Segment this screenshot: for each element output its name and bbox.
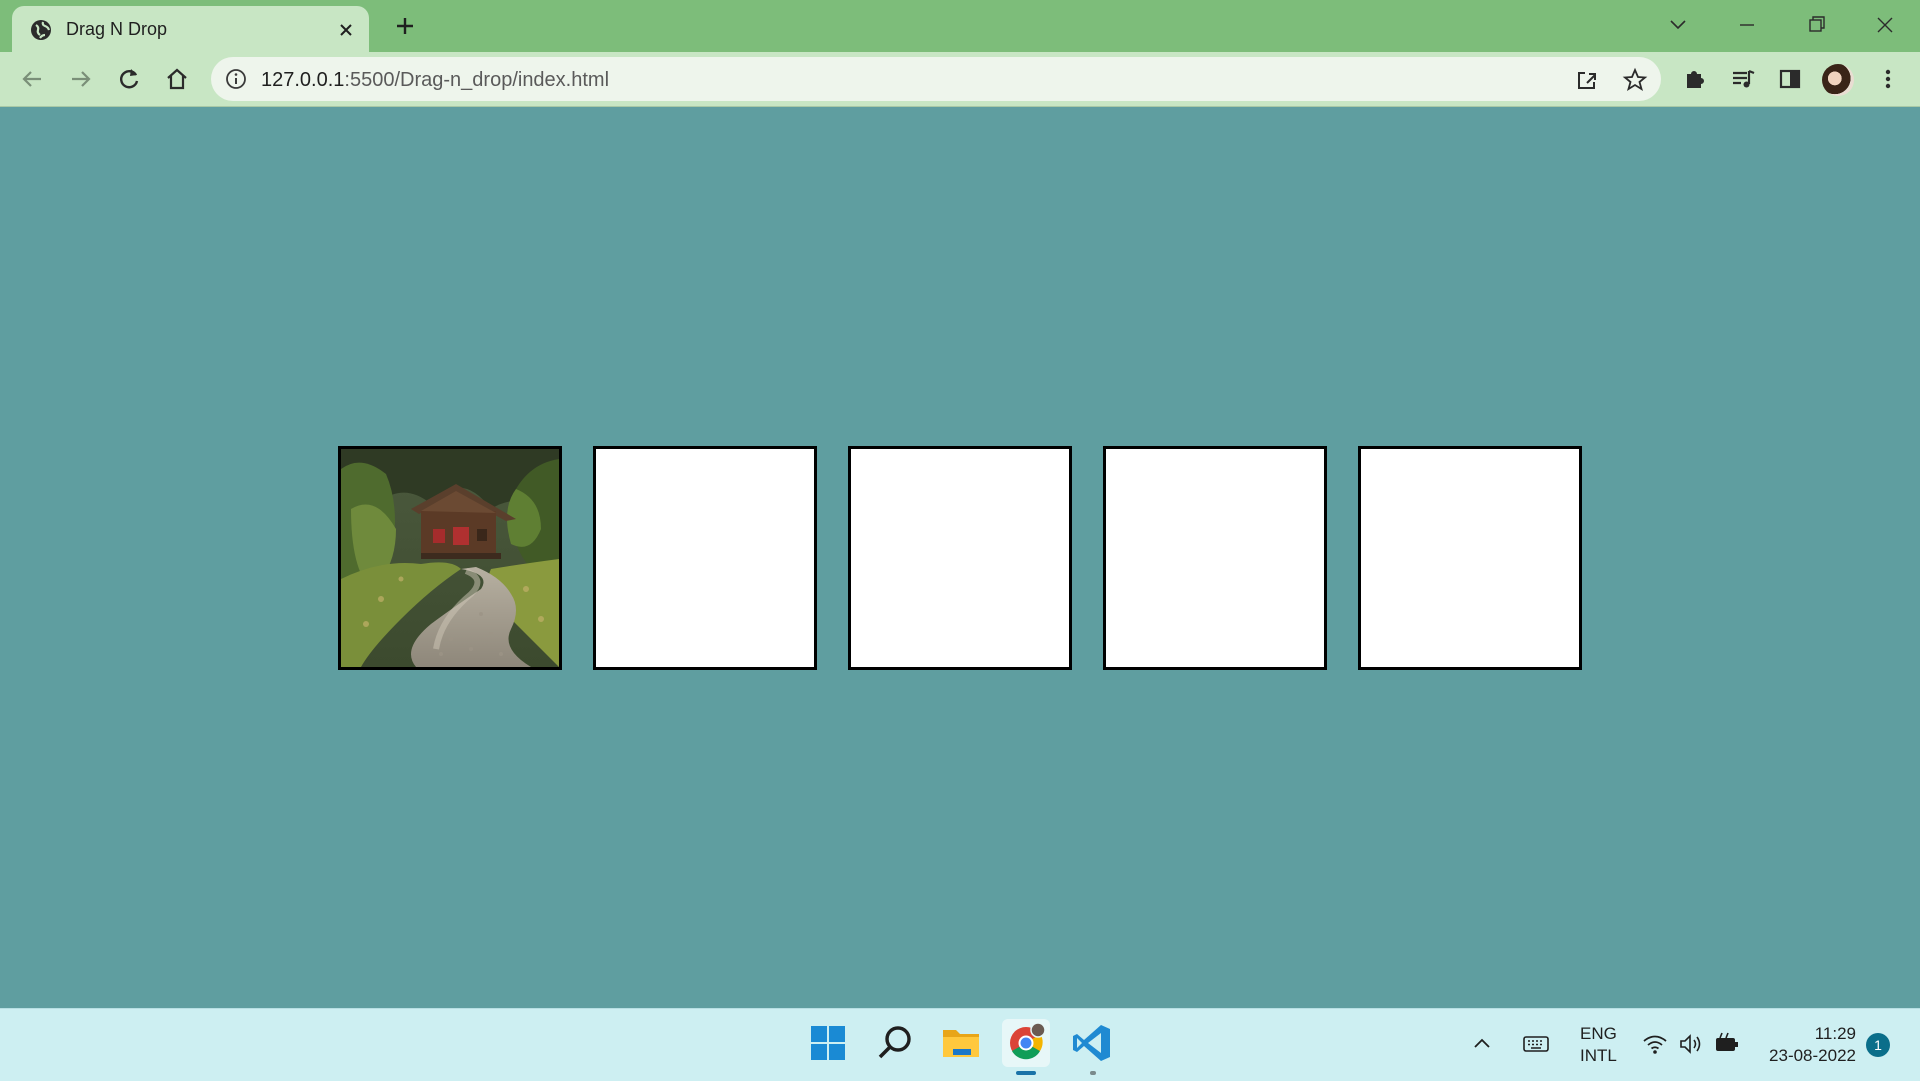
clock-date: 23-08-2022 (1769, 1046, 1856, 1065)
tab-title: Drag N Drop (66, 19, 168, 39)
forest-cabin-image[interactable] (341, 449, 559, 667)
tab-strip: Drag N Drop (0, 0, 1920, 52)
system-clock[interactable]: 11:29 23-08-2022 (1760, 1023, 1856, 1067)
drop-box-1[interactable] (338, 446, 562, 670)
back-icon[interactable] (17, 64, 47, 94)
volume-icon[interactable] (1676, 1029, 1706, 1059)
chrome-app[interactable] (1002, 1019, 1050, 1067)
browser-toolbar: 127.0.0.1:5500/Drag-n_drop/index.html (0, 52, 1920, 107)
address-bar[interactable]: 127.0.0.1:5500/Drag-n_drop/index.html (211, 57, 1661, 101)
file-explorer-icon[interactable] (937, 1019, 985, 1067)
drop-box-3[interactable] (848, 446, 1072, 670)
keyboard-layout: INTL (1580, 1046, 1617, 1065)
tab-search-chevron-icon[interactable] (1660, 10, 1696, 40)
forward-icon[interactable] (66, 64, 96, 94)
language-code: ENG (1580, 1024, 1617, 1043)
url-host: 127.0.0.1 (261, 69, 345, 91)
battery-charging-icon[interactable] (1712, 1029, 1742, 1059)
notification-badge[interactable]: 1 (1866, 1033, 1890, 1057)
drop-box-5[interactable] (1358, 446, 1582, 670)
bookmark-star-icon[interactable] (1622, 67, 1648, 93)
minimize-icon[interactable] (1729, 10, 1765, 40)
clock-time: 11:29 (1814, 1024, 1856, 1043)
extensions-icon[interactable] (1681, 65, 1709, 93)
show-hidden-icons-chevron-icon[interactable] (1467, 1029, 1497, 1059)
share-icon[interactable] (1574, 67, 1600, 93)
home-icon[interactable] (162, 64, 192, 94)
profile-avatar[interactable] (1822, 64, 1854, 96)
url-path: :5500/Drag-n_drop/index.html (344, 69, 610, 91)
vscode-icon[interactable] (1068, 1019, 1116, 1067)
url-text[interactable]: 127.0.0.1:5500/Drag-n_drop/index.html (261, 69, 609, 92)
new-tab-icon[interactable] (392, 13, 418, 39)
close-window-icon[interactable] (1867, 10, 1903, 40)
globe-icon (31, 20, 51, 40)
vscode-running-indicator (1090, 1071, 1096, 1075)
wifi-icon[interactable] (1640, 1029, 1670, 1059)
restore-icon[interactable] (1798, 10, 1834, 40)
page-content (0, 107, 1920, 1008)
more-menu-icon[interactable] (1874, 65, 1902, 93)
keyboard-icon[interactable] (1521, 1029, 1551, 1059)
taskbar: ENG INTL 11:29 23-08-2022 1 (0, 1008, 1920, 1081)
search-icon[interactable] (871, 1019, 919, 1067)
side-panel-icon[interactable] (1776, 65, 1804, 93)
chrome-icon (1010, 1022, 1046, 1060)
reload-icon[interactable] (114, 64, 144, 94)
drop-box-4[interactable] (1103, 446, 1327, 670)
tab-drag-n-drop[interactable]: Drag N Drop (12, 6, 369, 52)
site-info-icon[interactable] (225, 68, 247, 90)
windows-start-icon[interactable] (804, 1019, 852, 1067)
close-tab-icon[interactable] (334, 18, 358, 42)
chrome-active-indicator (1016, 1071, 1036, 1075)
media-control-icon[interactable] (1729, 65, 1757, 93)
language-indicator[interactable]: ENG INTL (1580, 1023, 1617, 1067)
drop-box-2[interactable] (593, 446, 817, 670)
